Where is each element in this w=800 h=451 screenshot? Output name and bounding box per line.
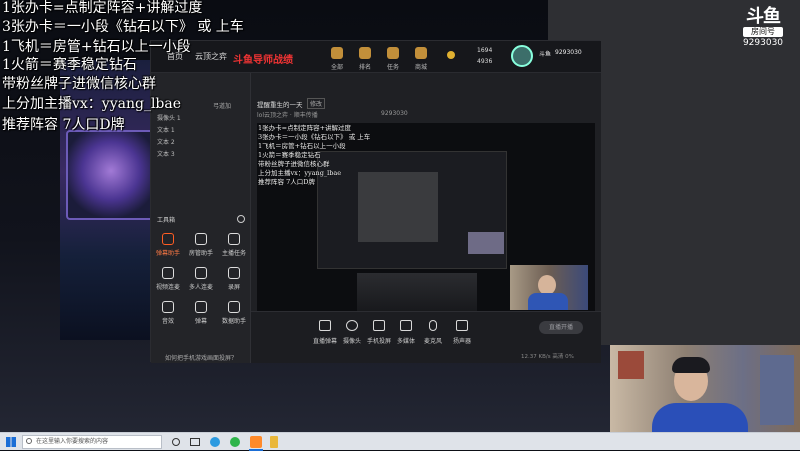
room-label: 房间号 [743,27,783,37]
streamer-hair [672,357,710,373]
overlay-text-line: 带粉丝牌子进微信核心群 [2,76,156,92]
room-number-badge: 9293030 [742,38,784,48]
stream-title: 提醒重生的一天 [257,101,303,109]
coin-icon [447,51,455,59]
tool-label: 弹幕 [194,318,207,325]
coins-value-2: 4936 [477,58,493,65]
stream-stats: 12.37 KB/s 高清 0% [521,354,574,360]
taskbar-search-input[interactable]: 在这里输入你要搜索的内容 [22,435,162,449]
scene-item[interactable]: 文本 3 [157,149,175,158]
bottom-tool-label: 扬声器 [452,338,471,345]
tool-label: 主播任务 [221,250,246,257]
webcam-overlay-small [510,265,588,310]
nav-label-shop: 商城 [414,64,427,71]
tool-label: 多人连麦 [188,284,213,291]
tool-label: 数据助手 [221,318,246,325]
data-helper-icon[interactable] [228,301,240,313]
all-icon[interactable] [331,47,343,59]
user-name: 斗鱼 [539,51,552,58]
task-list-icon[interactable] [228,233,240,245]
task-view-icon[interactable] [190,438,200,446]
overlay-text-line: 3张办卡＝一小段《钻石以下》 或 上车 [2,19,244,35]
footer-tip[interactable]: 如何把手机游戏画面投屏？ [165,353,237,362]
danmu-helper-icon[interactable] [162,233,174,245]
task-icon[interactable] [387,47,399,59]
desktop: 首页 云顶之弈 斗鱼导师战绩 全部 排名 任务 商城 1694 4936 斗鱼 … [0,0,800,432]
user-id: 9293030 [555,49,582,56]
media-icon[interactable] [400,320,412,331]
banner-text: 斗鱼导师战绩 [233,55,293,66]
tool-sidebar: 弓道加 摄像头 1 文本 1 文本 2 文本 3 工具箱 弹幕助手 房管助手 主… [151,73,251,363]
user-avatar[interactable] [511,45,533,67]
search-icon [26,438,32,444]
room-badge: 斗鱼 房间号 9293030 [738,8,788,56]
danmu-icon[interactable] [195,301,207,313]
windows-start-icon[interactable] [6,437,16,447]
wechat-icon[interactable] [230,437,240,447]
scene-item[interactable]: 文本 2 [157,137,175,146]
sound-effect-icon[interactable] [162,301,174,313]
scene-item[interactable]: 文本 1 [157,125,175,134]
overlay-text-line: 推荐阵容 7人口D牌 [2,117,125,133]
nested-game-screen [358,172,438,242]
start-stream-button[interactable]: 直播开播 [539,321,583,334]
microphone-icon[interactable] [429,320,437,331]
webcam-overlay [610,345,800,432]
panel-title: 弓道加 [213,103,232,110]
video-link-icon[interactable] [162,267,174,279]
game-portrait [66,130,156,220]
taskbar: 在这里输入你要搜索的内容 [0,432,800,451]
rank-icon[interactable] [359,47,371,59]
multi-link-icon[interactable] [195,267,207,279]
scene-item[interactable]: 摄像头 1 [157,113,181,122]
streaming-app-window: 首页 云顶之弈 斗鱼导师战绩 全部 排名 任务 商城 1694 4936 斗鱼 … [150,40,601,363]
moderator-icon[interactable] [195,233,207,245]
streamer-shirt [528,293,568,310]
cortana-icon[interactable] [172,438,180,446]
tool-label: 视频连麦 [155,284,180,291]
camera-icon[interactable] [346,320,358,331]
edge-icon[interactable] [210,437,220,447]
tool-label: 弹幕助手 [155,250,180,257]
wall-poster [618,351,644,379]
tool-label: 音效 [161,318,174,325]
bottom-toolbar: 直播弹幕 摄像头 手机投屏 多媒体 麦克风 扬声器 12.37 KB/s 高清 … [251,311,601,363]
tab-tft[interactable]: 云顶之弈 [195,51,227,62]
streamer-face [538,275,556,295]
nav-label-all: 全部 [330,64,343,71]
preview-overlay-line: 推荐阵容 7人口D牌 [258,178,315,186]
douyu-app-icon[interactable] [250,436,262,448]
room-number: 9293030 [381,110,408,117]
category-breadcrumb[interactable]: lol云顶之弈 · 顺丰传播 [257,110,318,119]
overlay-text-line: 上分加主播vx：yyang_lbae [2,96,182,112]
overlay-text-line: 1火箭＝赛季稳定钻石 [2,57,137,73]
overlay-text-line: 1飞机＝房管+钻石以上一小段 [2,39,191,55]
record-icon[interactable] [228,267,240,279]
nested-webcam [468,232,504,254]
tool-label: 房管助手 [188,250,213,257]
league-app-icon[interactable] [270,436,278,448]
nav-label-rank: 排名 [358,64,371,71]
streamer-shirt [652,403,748,432]
phone-cast-icon[interactable] [373,320,385,331]
shop-icon[interactable] [415,47,427,59]
top-nav: 首页 云顶之弈 斗鱼导师战绩 全部 排名 任务 商城 1694 4936 斗鱼 … [151,41,601,73]
more-icon[interactable] [237,215,245,223]
tool-label: 录屏 [227,284,240,291]
nav-label-task: 任务 [386,64,399,71]
toolbox-label: 工具箱 [157,217,176,224]
overlay-text-line: 1张办卡=点制定阵容+讲解过度 [2,0,203,16]
coins-value-1: 1694 [477,47,493,54]
bookshelf [760,355,794,425]
danmu-screen-icon[interactable] [319,320,331,331]
douyu-logo: 斗鱼 [746,6,781,27]
nested-preview [317,151,507,269]
edit-title-button[interactable]: 修改 [307,98,326,109]
speaker-icon[interactable] [456,320,468,331]
